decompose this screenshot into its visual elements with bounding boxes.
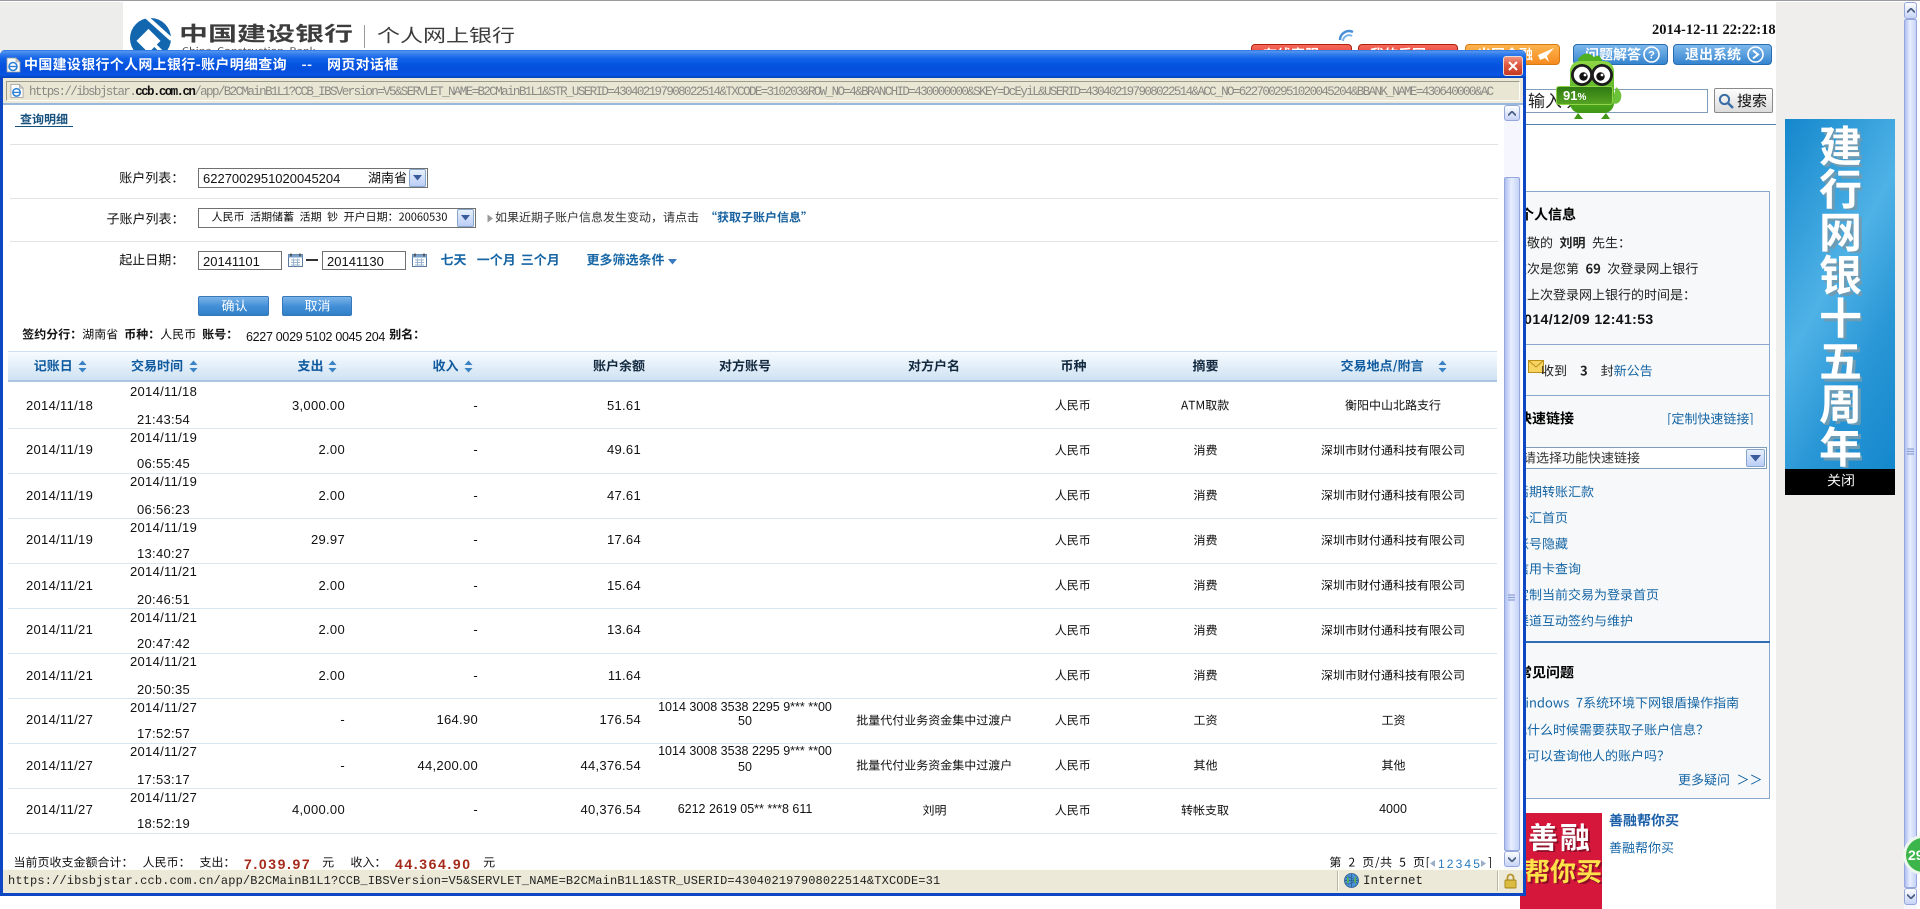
svg-text:?: ? xyxy=(1648,50,1655,62)
